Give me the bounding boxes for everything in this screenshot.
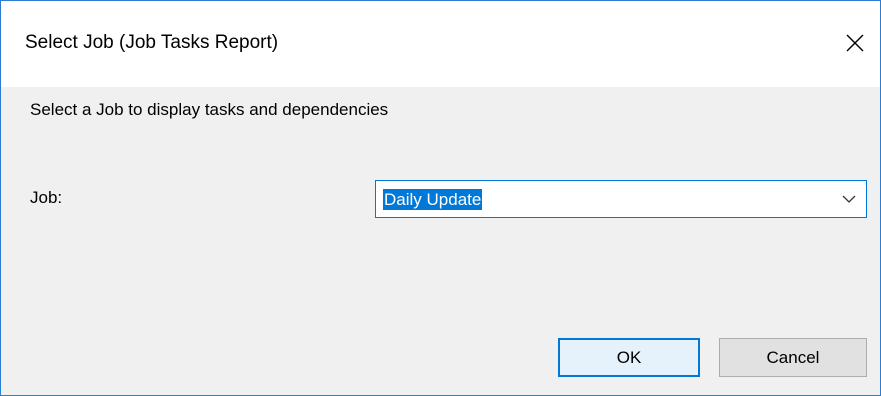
title-bar: Select Job (Job Tasks Report) — [1, 1, 880, 87]
window-title: Select Job (Job Tasks Report) — [25, 32, 279, 53]
close-icon — [846, 34, 864, 52]
cancel-button[interactable]: Cancel — [719, 338, 867, 377]
chevron-down-icon[interactable] — [842, 194, 856, 204]
dialog-description: Select a Job to display tasks and depend… — [30, 100, 389, 119]
job-select[interactable]: Daily Update — [375, 180, 867, 218]
close-button[interactable] — [837, 25, 873, 61]
job-select-value: Daily Update — [383, 189, 483, 210]
job-label: Job: — [30, 188, 63, 207]
ok-button[interactable]: OK — [558, 338, 700, 377]
select-job-dialog: Select Job (Job Tasks Report) Select a J… — [0, 0, 881, 396]
